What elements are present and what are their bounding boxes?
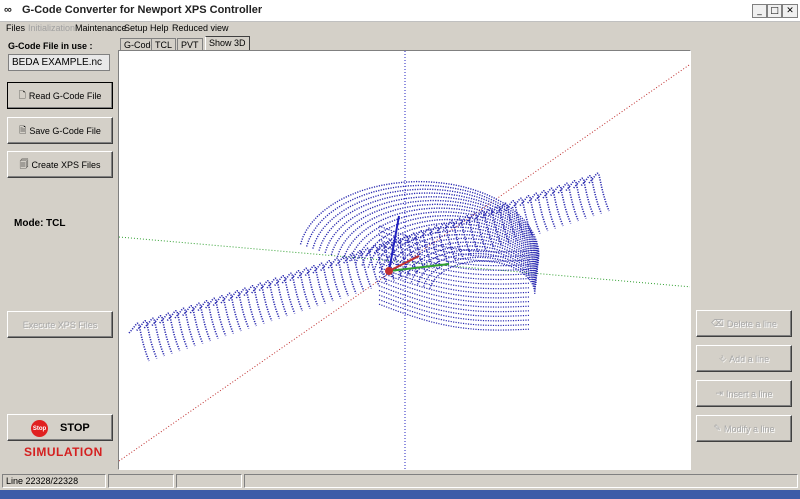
tab-show-3d[interactable]: Show 3D	[205, 36, 250, 51]
modify-line-label: Modify a line	[724, 423, 775, 434]
insert-line-button: ⇥ Insert a line	[696, 380, 792, 407]
status-bar: Line 22328/22328	[0, 472, 800, 490]
mode-label: Mode:	[14, 218, 44, 229]
add-line-button: ⎀ Add a line	[696, 345, 792, 372]
status-line-counter: Line 22328/22328	[2, 474, 106, 488]
origin-marker	[385, 267, 393, 275]
delete-line-icon: ⌫	[711, 318, 724, 329]
3d-viewport[interactable]	[118, 50, 691, 470]
read-gcode-label: Read G-Code File	[28, 90, 102, 101]
status-cell-3	[176, 474, 242, 488]
modify-line-button: ✎ Modify a line	[696, 415, 792, 442]
mode-value: TCL	[46, 218, 66, 229]
menu-setup[interactable]: Setup	[124, 23, 148, 33]
delete-line-button: ⌫ Delete a line	[696, 310, 792, 337]
status-cell-2	[108, 474, 174, 488]
simulation-label: SIMULATION	[24, 445, 103, 459]
add-line-label: Add a line	[729, 353, 770, 364]
taskbar-strip	[0, 490, 800, 499]
save-file-icon: 🗎	[19, 125, 27, 136]
execute-xps-label: Execute XPS Files	[22, 319, 98, 330]
menu-maintenance[interactable]: Maintenance	[75, 23, 127, 33]
menu-initialization: Initialization	[28, 23, 76, 33]
delete-line-label: Delete a line	[726, 318, 777, 329]
create-xps-button[interactable]: 🗐 Create XPS Files	[7, 151, 113, 178]
insert-line-label: Insert a line	[726, 388, 773, 399]
stop-sign-icon: Stop	[31, 420, 48, 437]
status-cell-4	[244, 474, 798, 488]
execute-xps-button: Execute XPS Files	[7, 311, 113, 338]
gizmo-z-axis	[388, 215, 400, 272]
window-title: G-Code Converter for Newport XPS Control…	[22, 4, 263, 16]
toolpath-mesh	[128, 172, 610, 362]
insert-line-icon: ⇥	[715, 388, 723, 399]
minimize-button[interactable]: _	[752, 4, 767, 18]
create-xps-label: Create XPS Files	[31, 159, 101, 170]
menu-help[interactable]: Help	[150, 23, 169, 33]
save-gcode-label: Save G-Code File	[29, 125, 101, 136]
3d-scene	[119, 51, 690, 469]
modify-line-icon: ✎	[713, 423, 721, 434]
menu-files[interactable]: Files	[6, 23, 25, 33]
file-in-use-label: G-Code File in use :	[8, 41, 93, 51]
open-file-icon: 🗋	[18, 90, 26, 101]
toolpath-segment	[588, 172, 610, 212]
stop-label: STOP	[60, 422, 90, 434]
infinity-icon: ∞	[4, 4, 12, 16]
save-gcode-button[interactable]: 🗎 Save G-Code File	[7, 117, 113, 144]
menu-reduced-view[interactable]: Reduced view	[172, 23, 229, 33]
title-bar: ∞ G-Code Converter for Newport XPS Contr…	[0, 0, 800, 22]
read-gcode-button[interactable]: 🗋 Read G-Code File	[7, 82, 113, 109]
file-in-use-field: BEDA EXAMPLE.nc	[8, 54, 110, 71]
toolpath-segment	[392, 237, 537, 284]
close-button[interactable]: ✕	[782, 4, 798, 18]
create-file-icon: 🗐	[19, 159, 29, 170]
add-line-icon: ⎀	[718, 353, 727, 364]
maximize-button[interactable]: □	[767, 4, 782, 18]
menu-bar: Files Initialization Maintenance Setup H…	[0, 22, 800, 36]
